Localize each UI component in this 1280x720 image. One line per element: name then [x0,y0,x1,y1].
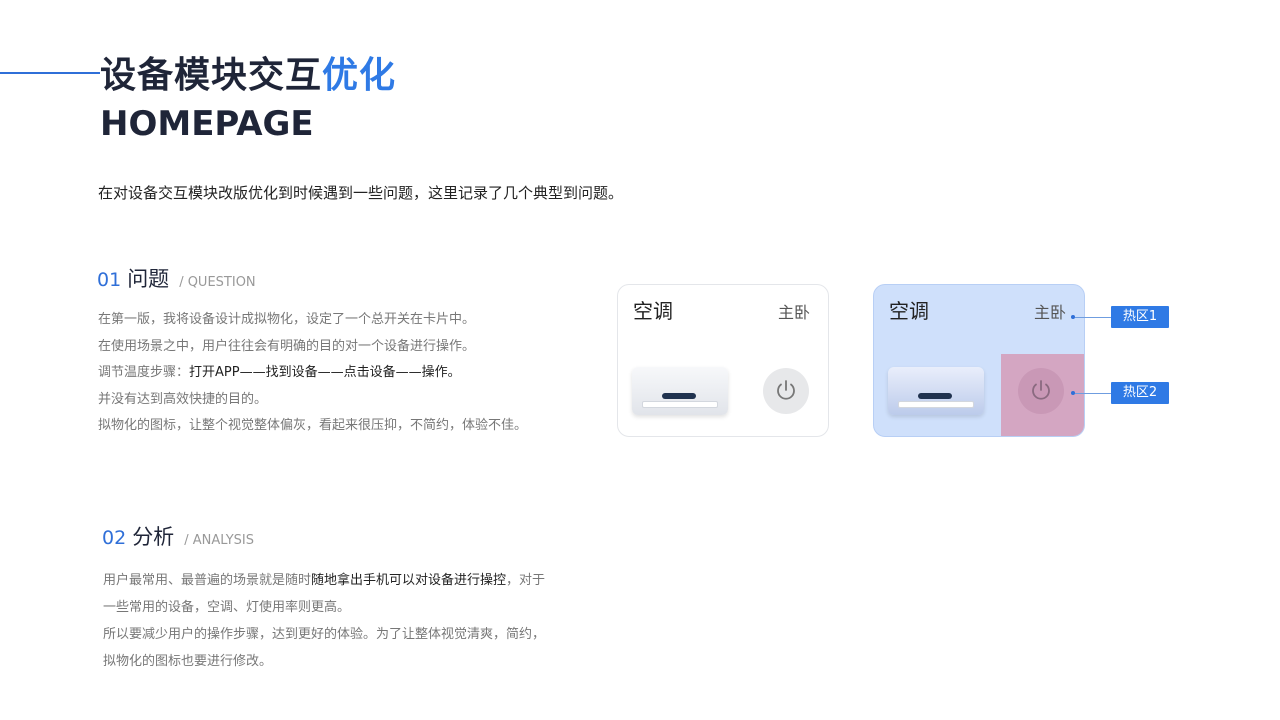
analysis-body: 用户最常用、最普遍的场景就是随时随地拿出手机可以对设备进行操控，对于 一些常用的… [103,567,545,675]
analysis-line: 拟物化的图标也要进行修改。 [103,654,273,669]
hotzone-2-area[interactable] [1001,354,1084,436]
question-body: 在第一版，我将设备设计成拟物化，设定了一个总开关在卡片中。 在使用场景之中，用户… [98,307,527,440]
question-name: 问题 [127,267,170,291]
analysis-line1-pre: 用户最常用、最普遍的场景就是随时 [103,573,312,588]
analysis-line1-post: ，对于 [506,573,546,588]
analysis-line: 所以要减少用户的操作步骤，达到更好的体验。为了让整体视觉清爽，简约， [103,627,546,642]
title-highlight: 优化 [322,55,397,96]
analysis-line1-bold: 随地拿出手机可以对设备进行操控 [311,573,507,588]
steps-label: 调节温度步骤： [98,365,190,380]
analysis-number: 02 [102,527,127,549]
hotzone-2-label: 热区2 [1111,382,1169,404]
device-card[interactable]: 空调 主卧 [617,284,829,437]
air-conditioner-icon [632,367,728,415]
device-room: 主卧 [1033,303,1066,322]
title-main: 设备模块交互 [100,55,323,96]
question-line: 在使用场景之中，用户往往会有明确的目的对一个设备进行操作。 [98,338,476,354]
question-line: 并没有达到高效快捷的目的。 [98,391,268,407]
steps-text: 打开APP——找到设备——点击设备——操作。 [189,365,461,380]
intro-text: 在对设备交互模块改版优化到时候遇到一些问题，这里记录了几个典型到问题。 [98,184,624,202]
question-tag: / QUESTION [179,275,256,290]
question-heading: 01 问题 / QUESTION [97,264,256,298]
analysis-tag: / ANALYSIS [184,533,255,548]
power-button[interactable] [1018,368,1064,414]
question-steps: 调节温度步骤：打开APP——找到设备——点击设备——操作。 [98,360,527,387]
analysis-line: 用户最常用、最普遍的场景就是随时随地拿出手机可以对设备进行操控，对于 [103,567,545,594]
power-icon [1032,380,1050,400]
air-conditioner-icon [888,367,984,415]
analysis-heading: 02 分析 / ANALYSIS [102,522,254,556]
accent-line [0,72,100,74]
analysis-line: 一些常用的设备，空调、灯使用率则更高。 [103,600,351,615]
question-number: 01 [97,269,122,291]
question-line: 在第一版，我将设备设计成拟物化，设定了一个总开关在卡片中。 [98,312,476,327]
page-subtitle: HOMEPAGE [100,104,314,144]
power-icon [777,380,795,400]
device-name: 空调 [633,299,673,323]
question-line: 拟物化的图标，让整个视觉整体偏灰，看起来很压抑，不简约，体验不佳。 [98,418,528,433]
hotzone-1-leader [1075,317,1111,318]
hotzone-2-leader [1075,393,1111,394]
device-card-hotzone[interactable]: 空调 主卧 [873,284,1085,437]
power-button[interactable] [763,368,809,414]
hotzone-1-label: 热区1 [1111,306,1169,328]
page-title: 设备模块交互优化 [100,52,396,100]
analysis-name: 分析 [132,525,175,549]
device-name: 空调 [889,299,929,323]
device-room: 主卧 [777,303,810,322]
